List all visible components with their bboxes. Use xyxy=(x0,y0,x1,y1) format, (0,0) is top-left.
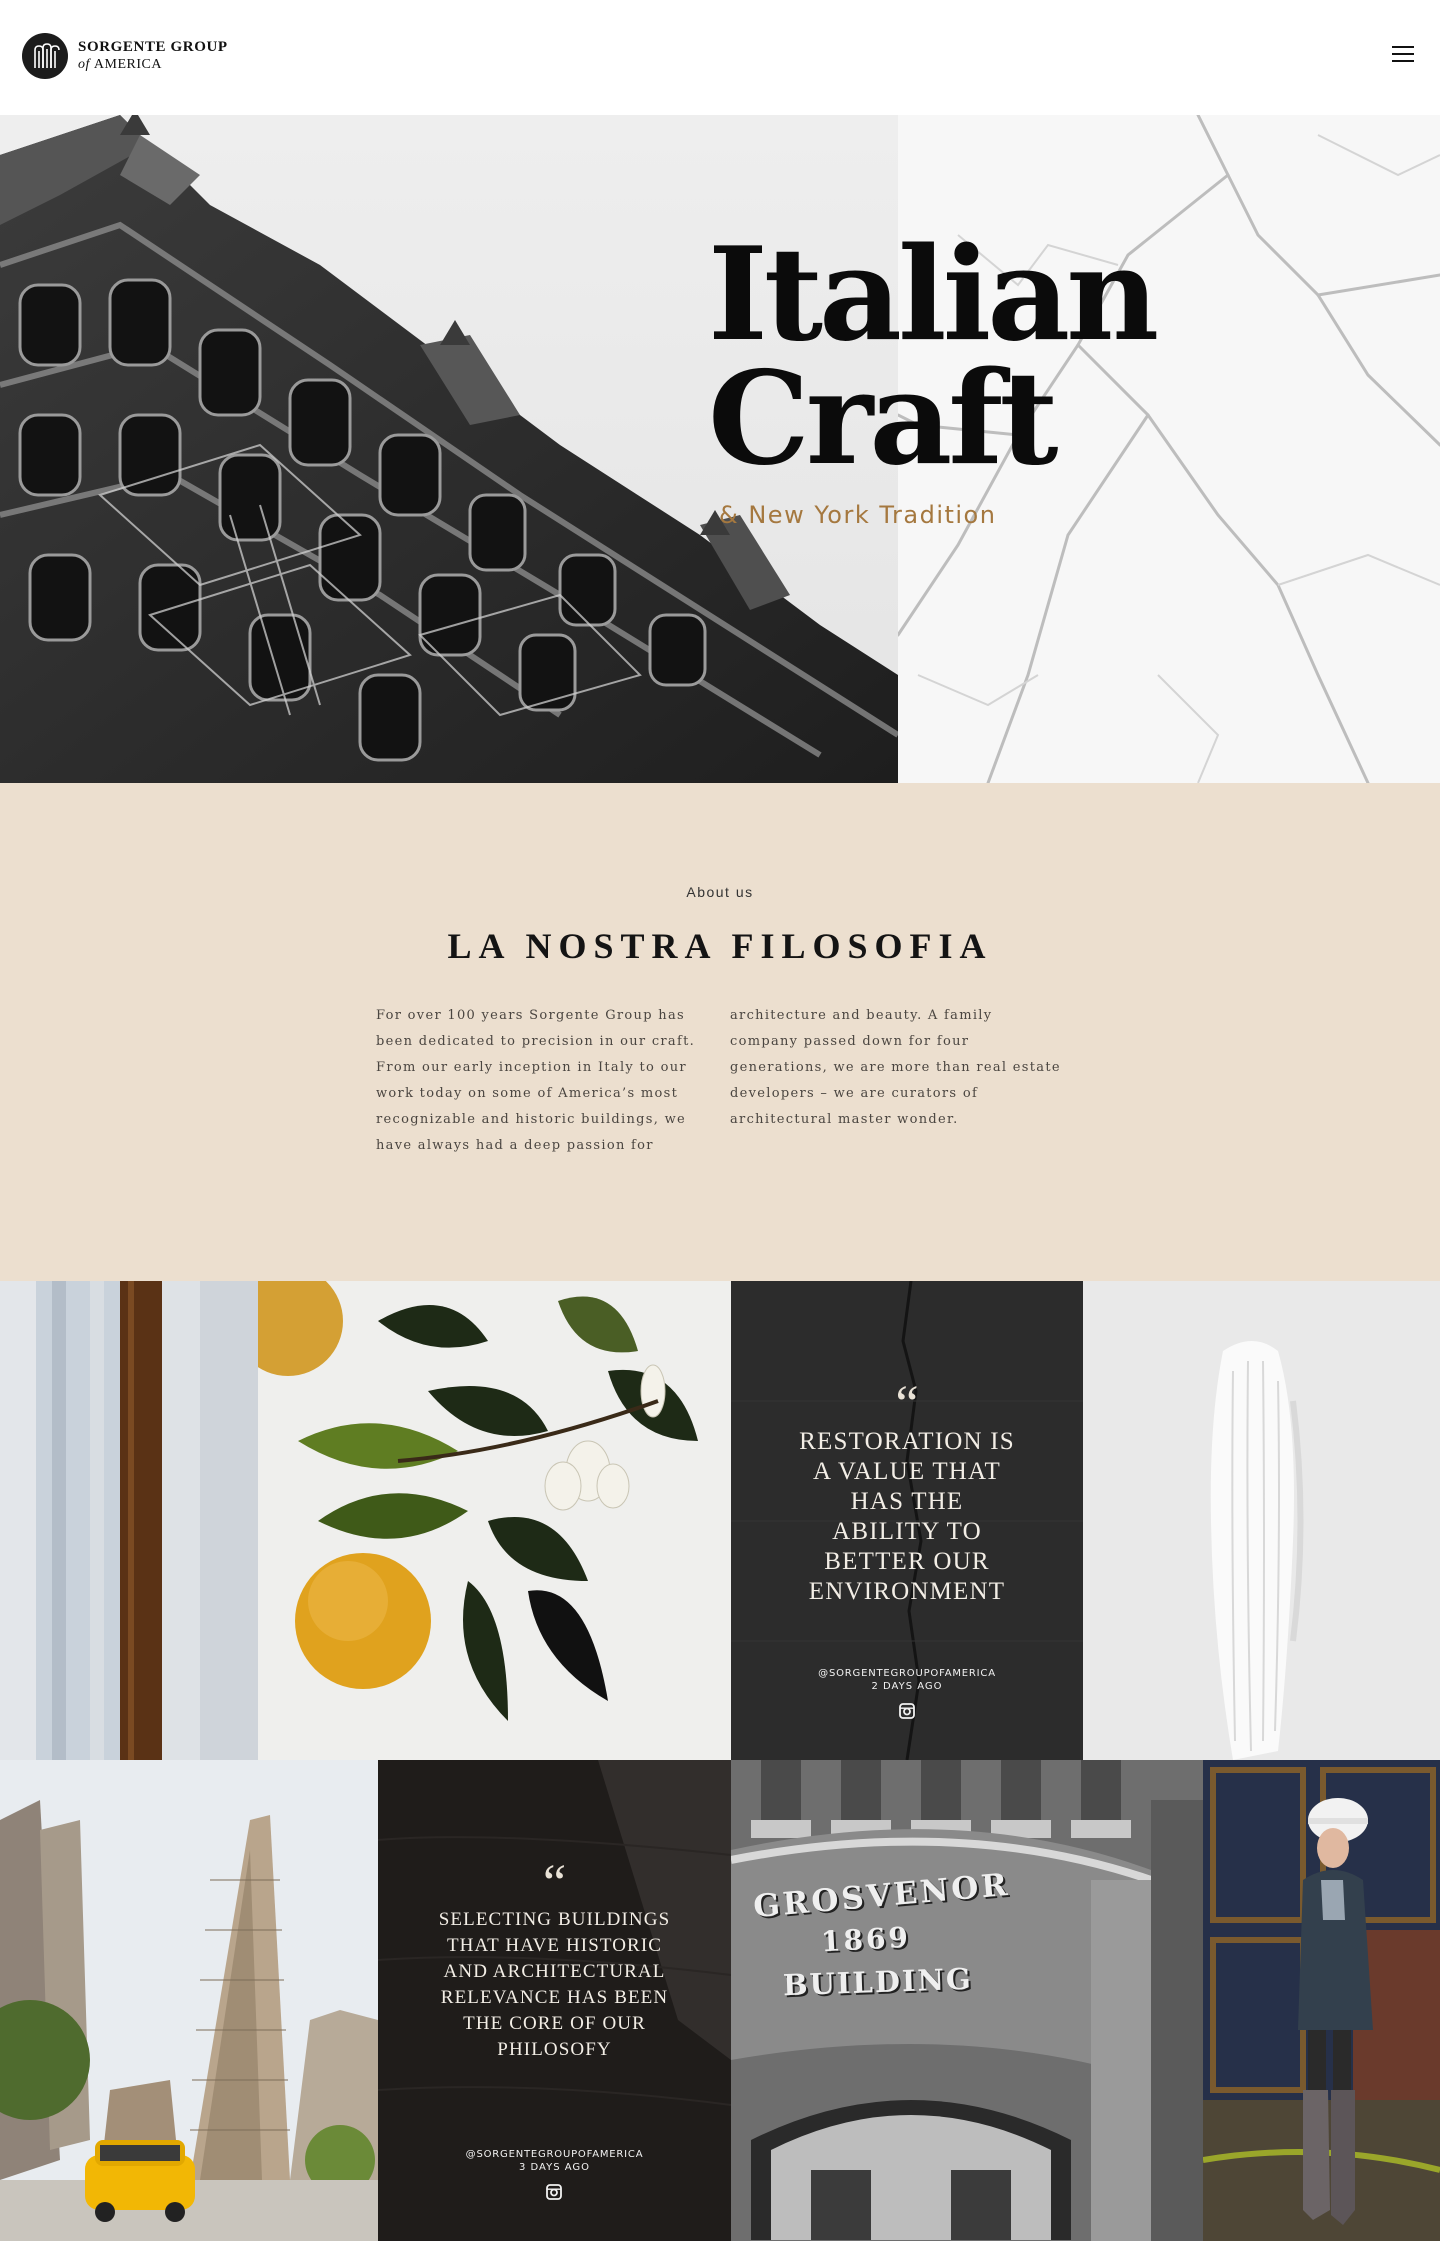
quote-time-1: 2 DAYS AGO xyxy=(871,1681,943,1692)
brand-name: SORGENTE GROUP xyxy=(78,39,228,55)
quote-text-2: SELECTING BUILDINGS THAT HAVE HISTORIC A… xyxy=(438,1909,671,2060)
hero-section: Italian Craft & New York Tradition xyxy=(0,115,1440,783)
grosvenor-sign-line-2: 1869 xyxy=(820,1920,912,1959)
about-text-column-1: For over 100 years Sorgente Group has be… xyxy=(376,1008,696,1153)
quote-handle-1[interactable]: @SORGENTEGROUPOFAMERICA xyxy=(731,1668,1083,1679)
gallery-paint-stroke-photo[interactable] xyxy=(1083,1281,1440,1760)
brand-of: of xyxy=(78,57,90,72)
gallery-quote-card-1[interactable]: “ RESTORATION IS A VALUE THAT HAS THE AB… xyxy=(731,1281,1083,1760)
gallery-grosvenor-building-photo[interactable]: GROSVENOR 1869 BUILDING xyxy=(731,1760,1203,2241)
about-title: LA NOSTRA FILOSOFIA xyxy=(447,926,993,966)
quote-time-2: 3 DAYS AGO xyxy=(518,2162,591,2173)
instagram-icon[interactable] xyxy=(546,2184,562,2200)
quote-mark-1: “ xyxy=(895,1376,919,1433)
hero-subtitle: & New York Tradition xyxy=(719,501,997,529)
building-columns-icon xyxy=(22,33,68,79)
quote-handle-2[interactable]: @SORGENTEGROUPOFAMERICA xyxy=(378,2149,731,2160)
quote-mark-2: “ xyxy=(542,1855,567,1912)
brand-country: AMERICA xyxy=(93,57,162,72)
about-text-column-2: architecture and beauty. A family compan… xyxy=(730,1008,1061,1127)
gallery-flatiron-photo[interactable] xyxy=(0,1760,378,2241)
brand-logo[interactable]: SORGENTE GROUP of AMERICA xyxy=(22,33,228,79)
gallery-orange-branch-photo[interactable] xyxy=(258,1281,731,1760)
hero-title: Italian Craft xyxy=(708,220,1159,494)
about-section: About us LA NOSTRA FILOSOFIA For over 10… xyxy=(0,783,1440,1281)
instagram-icon[interactable] xyxy=(899,1703,915,1719)
grosvenor-sign-line-3: BUILDING xyxy=(782,1961,974,2003)
hamburger-menu-icon[interactable] xyxy=(1390,42,1416,66)
quote-text-1: RESTORATION IS A VALUE THAT HAS THE ABIL… xyxy=(799,1428,1015,1605)
about-eyebrow: About us xyxy=(686,884,754,900)
gallery-architect-portrait-photo[interactable] xyxy=(1203,1760,1440,2241)
brand-subname: of AMERICA xyxy=(78,56,228,73)
site-header: SORGENTE GROUP of AMERICA xyxy=(0,0,1440,115)
gallery-quote-card-2[interactable]: “ SELECTING BUILDINGS THAT HAVE HISTORIC… xyxy=(378,1760,731,2241)
gallery-window-photo[interactable] xyxy=(0,1281,258,1760)
